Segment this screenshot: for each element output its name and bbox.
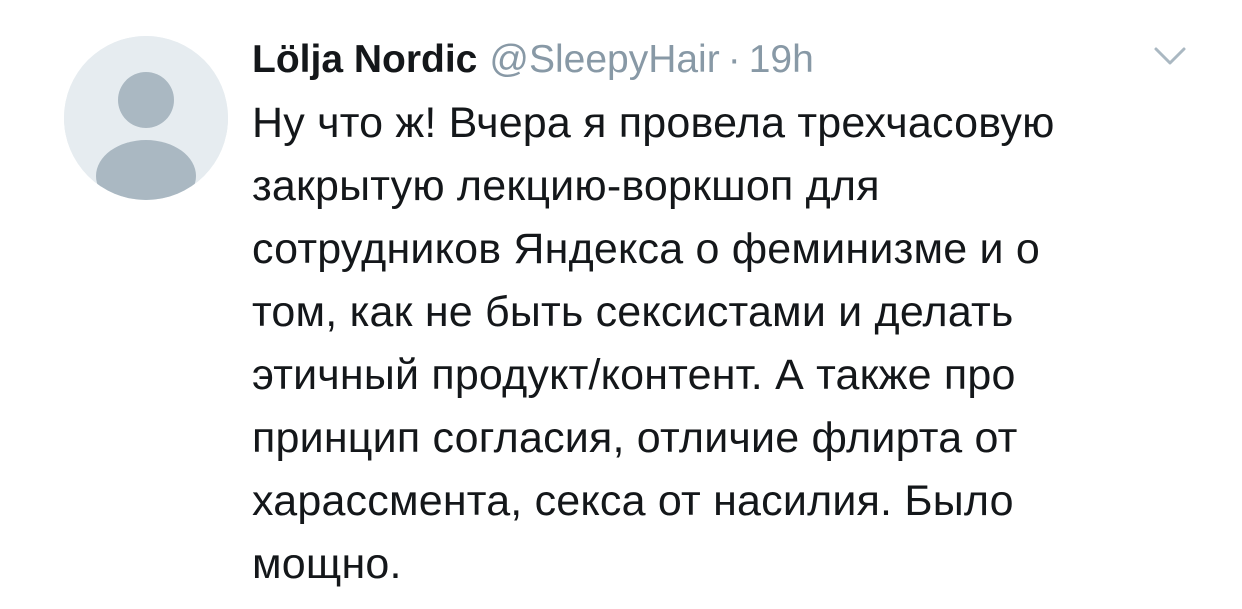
tweet[interactable]: Lölja Nordic @SleepyHair · 19h Ну что ж!…: [0, 0, 1242, 609]
tweet-text-line: принцип согласия, отличие флирта от: [252, 414, 1018, 462]
tweet-text-line: том, как не быть сексистами и делать: [252, 288, 1014, 336]
author-handle[interactable]: @SleepyHair: [489, 32, 719, 88]
chevron-down-icon: [1154, 47, 1186, 65]
tweet-timestamp[interactable]: 19h: [749, 32, 814, 88]
tweet-content: Lölja Nordic @SleepyHair · 19h Ну что ж!…: [252, 32, 1192, 596]
tweet-text: Ну что ж! Вчера я провела трехчасовую за…: [252, 92, 1192, 596]
tweet-header: Lölja Nordic @SleepyHair · 19h: [252, 32, 1192, 88]
author-display-name[interactable]: Lölja Nordic: [252, 32, 477, 88]
tweet-text-line: этичный продукт/контент. А также про: [252, 351, 1016, 399]
avatar[interactable]: [64, 36, 228, 200]
tweet-text-line: харассмента, секса от насилия. Было: [252, 477, 1014, 525]
avatar-placeholder-icon: [64, 36, 228, 200]
tweet-menu-button[interactable]: [1152, 44, 1188, 68]
tweet-text-line: сотрудников Яндекса о феминизме и о: [252, 225, 1040, 273]
tweet-text-line: Ну что ж! Вчера я провела трехчасовую: [252, 99, 1055, 147]
tweet-text-line: закрытую лекцию-воркшоп для: [252, 162, 880, 210]
tweet-text-line: мощно.: [252, 540, 402, 588]
separator-dot: ·: [727, 38, 741, 81]
